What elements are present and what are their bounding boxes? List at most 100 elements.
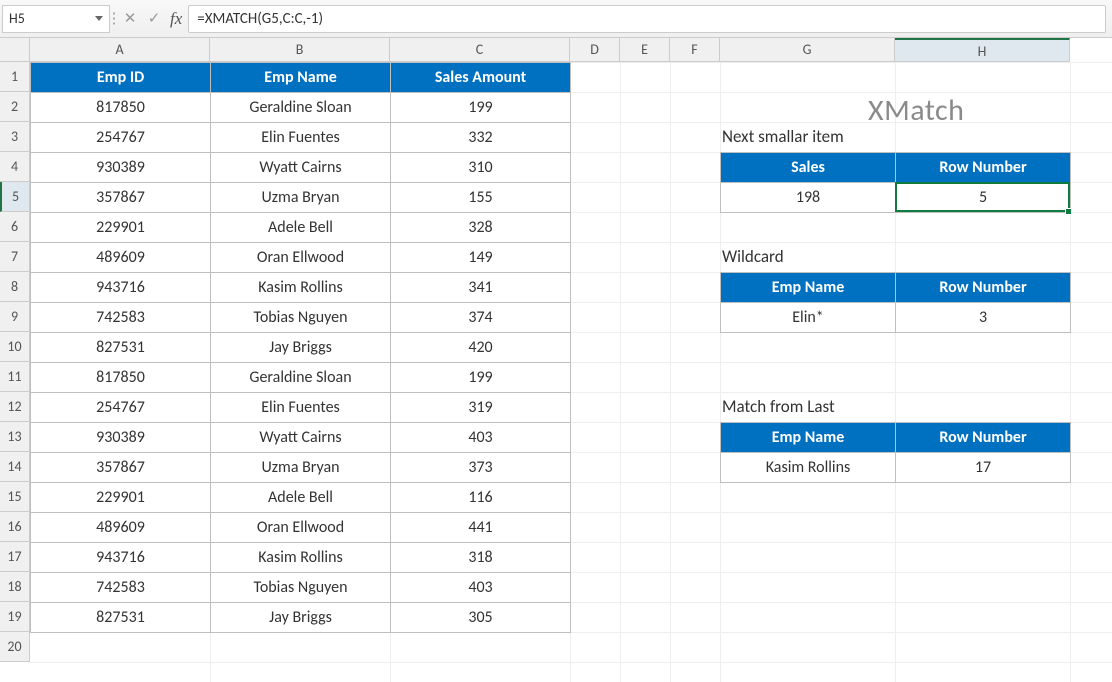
cell[interactable]: 827531 [31,333,211,363]
row-header-7[interactable]: 7 [0,242,30,272]
cell[interactable]: Jay Briggs [211,603,391,633]
col-header-H[interactable]: H [895,38,1070,62]
cell[interactable]: 817850 [31,93,211,123]
cell[interactable]: 489609 [31,513,211,543]
row-header-14[interactable]: 14 [0,452,30,482]
cell[interactable]: 318 [391,543,571,573]
cell[interactable]: Tobias Nguyen [211,573,391,603]
cell[interactable]: 341 [391,273,571,303]
cell-g9[interactable]: Elin* [721,303,896,333]
cell[interactable]: 199 [391,363,571,393]
col-header-C[interactable]: C [390,38,570,62]
row-header-11[interactable]: 11 [0,362,30,392]
cell[interactable]: Elin Fuentes [211,393,391,423]
cell[interactable]: 149 [391,243,571,273]
cell[interactable]: 254767 [31,393,211,423]
table-row[interactable]: 827531Jay Briggs420 [31,333,571,363]
employee-table[interactable]: Emp IDEmp NameSales Amount 817850Geraldi… [30,62,571,633]
row-header-8[interactable]: 8 [0,272,30,302]
cell[interactable]: Oran Ellwood [211,513,391,543]
row-header-12[interactable]: 12 [0,392,30,422]
row-header-1[interactable]: 1 [0,62,30,92]
col-header-A[interactable]: A [30,38,210,62]
fill-handle[interactable] [1065,208,1072,215]
enter-formula-icon[interactable]: ✓ [142,9,166,28]
cell[interactable]: 827531 [31,603,211,633]
col-header-G[interactable]: G [720,38,895,62]
grid[interactable]: Emp IDEmp NameSales Amount 817850Geraldi… [30,62,1112,682]
cell[interactable]: 403 [391,423,571,453]
table-row[interactable]: 489609Oran Ellwood441 [31,513,571,543]
cell[interactable]: 229901 [31,483,211,513]
wildcard-table[interactable]: Emp Name Row Number Elin* 3 [720,272,1071,333]
cell-h5[interactable]: 5 [896,183,1071,213]
cell[interactable]: Adele Bell [211,483,391,513]
row-header-17[interactable]: 17 [0,542,30,572]
cell[interactable]: 374 [391,303,571,333]
cell[interactable]: 742583 [31,303,211,333]
cell[interactable]: Geraldine Sloan [211,363,391,393]
cell[interactable]: Uzma Bryan [211,183,391,213]
table-row[interactable]: 489609Oran Ellwood149 [31,243,571,273]
formula-input[interactable]: =XMATCH(G5,C:C,-1) [188,5,1106,33]
cell[interactable]: 742583 [31,573,211,603]
cell[interactable]: Geraldine Sloan [211,93,391,123]
row-header-15[interactable]: 15 [0,482,30,512]
table-row[interactable]: 229901Adele Bell328 [31,213,571,243]
cell[interactable]: 254767 [31,123,211,153]
row-header-10[interactable]: 10 [0,332,30,362]
cell[interactable]: 930389 [31,153,211,183]
table-row[interactable]: 930389Wyatt Cairns403 [31,423,571,453]
cell[interactable]: Kasim Rollins [211,543,391,573]
table-row[interactable]: 742583Tobias Nguyen374 [31,303,571,333]
cell[interactable]: 943716 [31,543,211,573]
table-row[interactable]: 943716Kasim Rollins318 [31,543,571,573]
name-box[interactable]: H5 [2,5,110,33]
row-header-4[interactable]: 4 [0,152,30,182]
row-header-2[interactable]: 2 [0,92,30,122]
chevron-down-icon[interactable] [95,16,103,21]
cell[interactable]: Kasim Rollins [211,273,391,303]
cell-g5[interactable]: 198 [721,183,896,213]
row-header-18[interactable]: 18 [0,572,30,602]
cell[interactable]: 332 [391,123,571,153]
next-smaller-table[interactable]: Sales Row Number 198 5 [720,152,1071,213]
table-row[interactable]: 254767Elin Fuentes319 [31,393,571,423]
cell[interactable]: Jay Briggs [211,333,391,363]
cell[interactable]: Tobias Nguyen [211,303,391,333]
cell[interactable]: Wyatt Cairns [211,153,391,183]
cell[interactable]: Wyatt Cairns [211,423,391,453]
cell[interactable]: Uzma Bryan [211,453,391,483]
cell-h9[interactable]: 3 [896,303,1071,333]
table-row[interactable]: 930389Wyatt Cairns310 [31,153,571,183]
cell[interactable]: 489609 [31,243,211,273]
cell[interactable]: Adele Bell [211,213,391,243]
col-header-D[interactable]: D [570,38,620,62]
table-row[interactable]: 817850Geraldine Sloan199 [31,93,571,123]
table-row[interactable]: 742583Tobias Nguyen403 [31,573,571,603]
cell[interactable]: Elin Fuentes [211,123,391,153]
row-header-13[interactable]: 13 [0,422,30,452]
row-header-19[interactable]: 19 [0,602,30,632]
select-all-corner[interactable] [0,38,30,62]
cell[interactable]: 305 [391,603,571,633]
row-header-9[interactable]: 9 [0,302,30,332]
row-header-20[interactable]: 20 [0,632,30,662]
table-row[interactable]: 357867Uzma Bryan155 [31,183,571,213]
cell[interactable]: 229901 [31,213,211,243]
table-row[interactable]: 357867Uzma Bryan373 [31,453,571,483]
row-header-16[interactable]: 16 [0,512,30,542]
cell[interactable]: 403 [391,573,571,603]
cell[interactable]: 310 [391,153,571,183]
col-header-B[interactable]: B [210,38,390,62]
cell[interactable]: 357867 [31,453,211,483]
table-row[interactable]: 817850Geraldine Sloan199 [31,363,571,393]
table-row[interactable]: 254767Elin Fuentes332 [31,123,571,153]
cancel-formula-icon[interactable]: ✕ [118,9,142,28]
cell[interactable]: Oran Ellwood [211,243,391,273]
cell[interactable]: 420 [391,333,571,363]
row-header-3[interactable]: 3 [0,122,30,152]
table-row[interactable]: 229901Adele Bell116 [31,483,571,513]
cell[interactable]: 155 [391,183,571,213]
insert-function-icon[interactable]: fx [166,9,188,29]
